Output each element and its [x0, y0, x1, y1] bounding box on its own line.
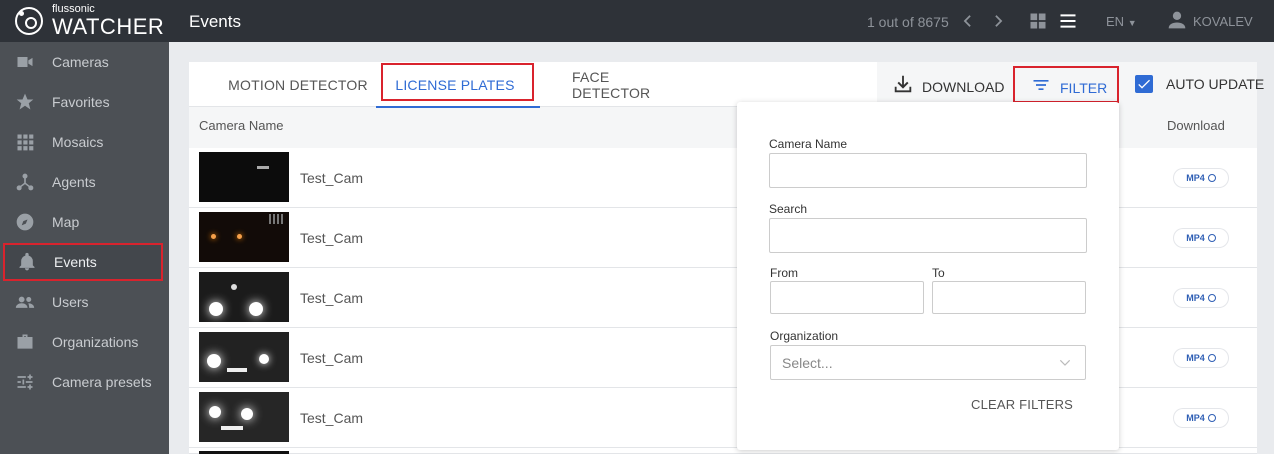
- event-thumbnail[interactable]: [199, 272, 289, 322]
- language-selector[interactable]: EN ▼: [1106, 14, 1137, 29]
- compass-icon: [14, 212, 36, 232]
- sidebar-item-label: Mosaics: [52, 134, 104, 150]
- clear-filters-button[interactable]: CLEAR FILTERS: [971, 397, 1073, 412]
- to-date-input[interactable]: [932, 281, 1086, 314]
- event-tabs: MOTION DETECTOR LICENSE PLATES FACE DETE…: [189, 62, 877, 108]
- play-circle-icon: [1207, 294, 1216, 302]
- search-label: Search: [769, 202, 808, 216]
- chevron-right-icon[interactable]: [989, 11, 1009, 31]
- sidebar-item-label: Map: [52, 214, 80, 230]
- sidebar-item-organizations[interactable]: Organizations: [0, 322, 169, 362]
- star-icon: [14, 92, 36, 112]
- sidebar-item-label: Favorites: [52, 94, 110, 110]
- sidebar-item-cameras[interactable]: Cameras: [0, 42, 169, 82]
- column-header-download: Download: [1167, 118, 1225, 133]
- tab-license-plates[interactable]: LICENSE PLATES: [376, 62, 540, 108]
- camera-icon: [14, 52, 36, 72]
- sidebar-item-mosaics[interactable]: Mosaics: [0, 122, 169, 162]
- organization-select[interactable]: Select...: [770, 345, 1086, 380]
- sidebar-item-label: Agents: [52, 174, 96, 190]
- logo-title: WATCHER: [52, 14, 165, 39]
- flussonic-logo-icon: [15, 7, 43, 35]
- page-title: Events: [189, 12, 241, 31]
- event-thumbnail[interactable]: [199, 152, 289, 202]
- camera-name-input[interactable]: [769, 153, 1087, 188]
- grid-view-icon[interactable]: [1028, 11, 1048, 31]
- to-label: To: [932, 266, 945, 280]
- event-thumbnail[interactable]: [199, 392, 289, 442]
- caret-down-icon: ▼: [1127, 18, 1137, 28]
- filter-panel: Camera Name Search From To Organization …: [737, 102, 1119, 450]
- organization-select-value: Select...: [782, 354, 833, 371]
- top-bar: Events 1 out of 8675 EN ▼ KOVALEV: [169, 0, 1274, 42]
- chevron-left-icon[interactable]: [957, 11, 977, 31]
- briefcase-icon: [14, 332, 36, 352]
- bell-icon: [16, 252, 38, 272]
- auto-update-toggle[interactable]: AUTO UPDATE: [1135, 75, 1264, 93]
- sidebar-item-label: Events: [54, 254, 97, 270]
- sidebar-item-events[interactable]: Events: [3, 243, 163, 281]
- camera-name-cell: Test_Cam: [300, 290, 364, 306]
- camera-name-cell: Test_Cam: [300, 170, 364, 186]
- play-circle-icon: [1207, 414, 1216, 422]
- download-icon: [892, 73, 914, 100]
- sidebar-item-label: Cameras: [52, 54, 109, 70]
- column-header-camera-name[interactable]: Camera Name: [199, 118, 284, 133]
- camera-name-label: Camera Name: [769, 137, 848, 151]
- user-name[interactable]: KOVALEV: [1193, 14, 1253, 29]
- from-label: From: [770, 266, 798, 280]
- filter-icon: [1031, 75, 1051, 100]
- sidebar-item-label: Organizations: [52, 334, 139, 350]
- sidebar-item-users[interactable]: Users: [0, 282, 169, 322]
- list-view-icon[interactable]: [1058, 11, 1078, 31]
- user-icon[interactable]: [1167, 10, 1187, 30]
- mp4-download-button[interactable]: MP4: [1174, 289, 1228, 307]
- sidebar-item-agents[interactable]: Agents: [0, 162, 169, 202]
- checkbox-checked-icon[interactable]: [1135, 75, 1153, 93]
- sidebar-item-label: Camera presets: [52, 374, 152, 390]
- sliders-icon: [14, 372, 36, 392]
- mp4-download-button[interactable]: MP4: [1174, 349, 1228, 367]
- sidebar-item-map[interactable]: Map: [0, 202, 169, 242]
- agents-icon: [14, 172, 36, 192]
- pager-status: 1 out of 8675: [867, 14, 949, 30]
- grid-icon: [14, 132, 36, 152]
- tab-face-detector[interactable]: FACE DETECTOR: [572, 62, 684, 107]
- event-thumbnail[interactable]: [199, 212, 289, 262]
- organization-label: Organization: [770, 329, 839, 343]
- filter-label: FILTER: [1060, 79, 1108, 96]
- mp4-download-button[interactable]: MP4: [1174, 409, 1228, 427]
- users-icon: [14, 292, 36, 312]
- logo[interactable]: flussonic WATCHER: [0, 0, 169, 42]
- filter-button[interactable]: FILTER: [1031, 75, 1107, 100]
- mp4-download-button[interactable]: MP4: [1174, 229, 1228, 247]
- camera-name-cell: Test_Cam: [300, 410, 364, 426]
- auto-update-label: AUTO UPDATE: [1166, 76, 1265, 92]
- from-date-input[interactable]: [770, 281, 924, 314]
- download-label: DOWNLOAD: [922, 78, 1005, 95]
- tab-motion-detector[interactable]: MOTION DETECTOR: [219, 62, 377, 107]
- mp4-download-button[interactable]: MP4: [1174, 169, 1228, 187]
- sidebar-item-favorites[interactable]: Favorites: [0, 82, 169, 122]
- chevron-down-icon: [1057, 355, 1073, 374]
- camera-name-cell: Test_Cam: [300, 230, 364, 246]
- play-circle-icon: [1207, 234, 1216, 242]
- camera-name-cell: Test_Cam: [300, 350, 364, 366]
- search-input[interactable]: [769, 218, 1087, 253]
- sidebar-item-label: Users: [52, 294, 89, 310]
- play-circle-icon: [1207, 174, 1216, 182]
- download-button[interactable]: DOWNLOAD: [892, 73, 1004, 100]
- sidebar: flussonic WATCHER Cameras Favorites Mosa…: [0, 0, 169, 454]
- event-thumbnail[interactable]: [199, 332, 289, 382]
- play-circle-icon: [1207, 354, 1216, 362]
- sidebar-item-camera-presets[interactable]: Camera presets: [0, 362, 169, 402]
